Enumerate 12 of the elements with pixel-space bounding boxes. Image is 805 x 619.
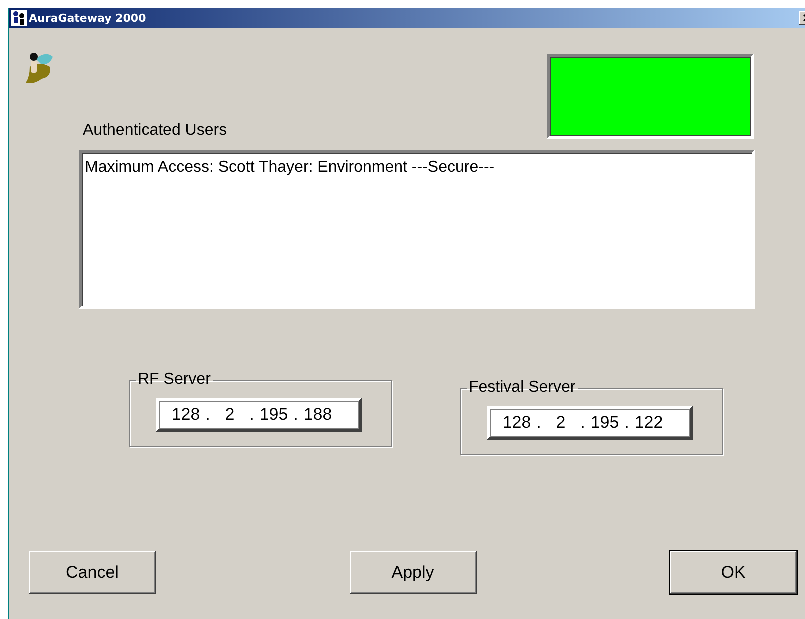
dialog-button[interactable]: OK [670, 551, 797, 594]
people-icon [11, 10, 27, 26]
ip-address-field[interactable]: 128 . 2 . 195 . 122 [487, 406, 693, 440]
user-entry[interactable]: Maximum Access: Scott Thayer: Environment ---Secure--- [82, 153, 752, 177]
dialog-button[interactable]: Apply [350, 551, 476, 594]
server-group-label: Festival Server [468, 379, 577, 397]
dialog-button[interactable]: Cancel [29, 551, 156, 594]
ip-address-field[interactable]: 128 . 2 . 195 . 188 [156, 398, 362, 432]
users-list[interactable]: Maximum Access: Scott Thayer: Environment ---Secure--- [79, 150, 755, 309]
window-title: AuraGateway 2000 [29, 12, 146, 24]
server-group-label: RF Server [137, 371, 212, 389]
authenticated-users-label: Authenticated Users [83, 122, 228, 140]
